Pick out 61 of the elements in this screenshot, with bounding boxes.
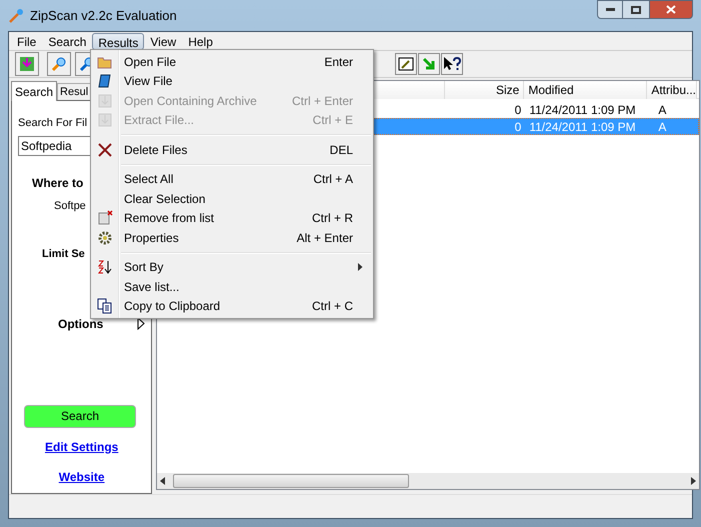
- horizontal-scrollbar[interactable]: [157, 473, 700, 489]
- menu-item[interactable]: Search: [42, 32, 92, 50]
- maximize-icon: [631, 6, 641, 14]
- table-cell-text: A: [657, 102, 668, 117]
- gear-icon: [97, 230, 113, 246]
- menu-item[interactable]: Open File Enter: [91, 52, 373, 72]
- copy-icon: [97, 298, 113, 314]
- menu-item[interactable]: Select All Ctrl + A: [91, 170, 373, 189]
- column-header[interactable]: Size: [445, 81, 524, 99]
- tab[interactable]: Search: [11, 81, 58, 101]
- tab[interactable]: Resul: [57, 83, 92, 100]
- menu-item[interactable]: Properties Alt + Enter: [91, 228, 373, 248]
- menu-item[interactable]: Save list...: [91, 277, 373, 296]
- table-cell-text: 11/24/2011 1:09 PM: [528, 119, 637, 134]
- wand-icon: [8, 8, 24, 24]
- scroll-left-icon[interactable]: [159, 477, 168, 485]
- archive-icon: [97, 112, 113, 128]
- toolbar-button[interactable]: [395, 53, 417, 75]
- arrow-icon: [421, 56, 437, 72]
- menu-item[interactable]: Sort By: [91, 258, 373, 277]
- help-button[interactable]: [441, 53, 463, 75]
- edit-settings-link[interactable]: Edit Settings: [44, 438, 118, 456]
- window-title: ZipScan v2.2c Evaluation: [30, 6, 177, 25]
- expand-triangle-icon[interactable]: [137, 317, 146, 330]
- table-cell-text: 11/24/2011 1:09 PM: [528, 102, 637, 117]
- scroll-right-icon[interactable]: [689, 477, 698, 485]
- menu-item[interactable]: Help: [182, 32, 219, 50]
- menu-item[interactable]: File: [11, 32, 42, 50]
- table-cell-text: 0: [514, 102, 522, 117]
- window-icon: [398, 56, 414, 72]
- close-icon: [666, 5, 676, 14]
- limit-search-label: Limit Se: [42, 247, 85, 262]
- minimize-button[interactable]: [597, 0, 623, 19]
- menu-item[interactable]: Clear Selection: [91, 189, 373, 208]
- search-for-label: Search For Fil: [18, 116, 88, 131]
- magnifier-icon: [51, 56, 67, 72]
- download-icon: [19, 56, 35, 72]
- folder-path: Softpe: [54, 198, 86, 214]
- close-button[interactable]: [649, 0, 693, 19]
- table-cell-text: 0: [514, 119, 522, 134]
- menu-item[interactable]: View File: [91, 72, 373, 91]
- column-header[interactable]: Modified: [524, 81, 648, 99]
- archive-icon: [97, 92, 113, 109]
- cross-icon: [97, 142, 113, 158]
- help-pointer-icon: [443, 56, 461, 72]
- maximize-button[interactable]: [623, 0, 649, 19]
- minimize-icon: [606, 8, 614, 11]
- submenu-arrow-icon: [358, 263, 363, 272]
- menu-item[interactable]: Copy to Clipboard Ctrl + C: [91, 296, 373, 316]
- column-header[interactable]: Attribu...: [647, 81, 698, 99]
- sort-icon: [97, 259, 113, 276]
- menu-item[interactable]: Remove from list Ctrl + R: [91, 208, 373, 228]
- menu-item[interactable]: View: [144, 32, 182, 50]
- options-label: Options: [58, 316, 104, 332]
- search-button[interactable]: Search: [24, 404, 136, 428]
- document-remove-icon: [97, 210, 113, 226]
- website-link[interactable]: Website: [58, 468, 105, 486]
- scrollbar-thumb[interactable]: [173, 474, 410, 488]
- table-cell-text: A: [657, 119, 668, 134]
- where-to-label: Where to: [32, 174, 84, 192]
- menu-item[interactable]: Results: [92, 32, 144, 50]
